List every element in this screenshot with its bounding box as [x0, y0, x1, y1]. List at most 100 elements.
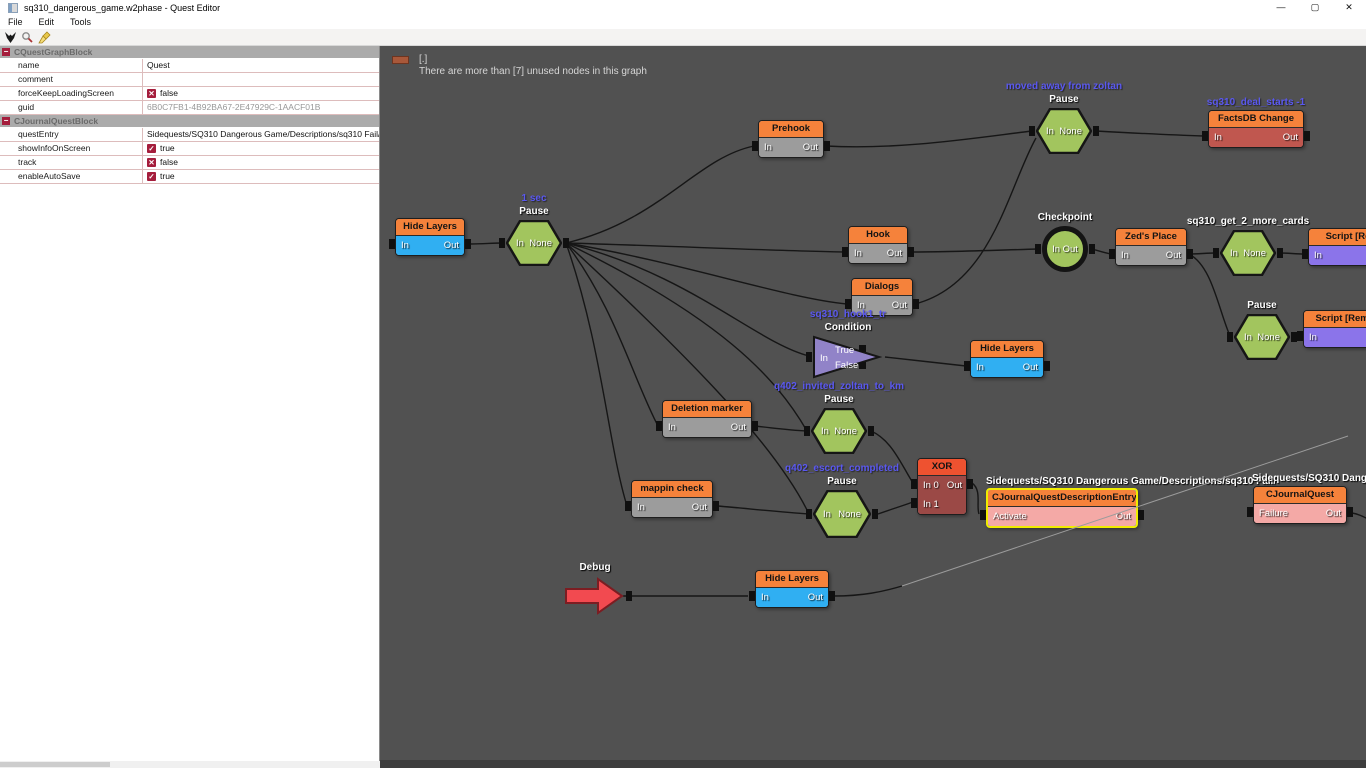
connector-nub[interactable] — [913, 299, 919, 309]
prop-value[interactable]: ✓true — [143, 142, 379, 155]
section-CJournalQuestBlock[interactable]: −CJournalQuestBlock — [0, 115, 379, 128]
connector-nub[interactable] — [749, 591, 755, 601]
connector-nub[interactable] — [1138, 510, 1144, 520]
maximize-button[interactable]: ▢ — [1298, 0, 1332, 16]
connector-nub[interactable] — [1347, 507, 1353, 517]
connector-nub[interactable] — [1302, 249, 1308, 259]
connector-nub[interactable] — [465, 239, 471, 249]
connector-nub[interactable] — [842, 247, 848, 257]
warning-line1: [.] — [419, 54, 647, 66]
hide-layers-1[interactable]: Hide LayersInOut — [395, 218, 465, 256]
prop-value[interactable]: ✕false — [143, 87, 379, 100]
connector-nub[interactable] — [829, 591, 835, 601]
zoom-icon[interactable] — [20, 30, 35, 44]
close-button[interactable]: ✕ — [1332, 0, 1366, 16]
pause-1sec[interactable]: InNone1 secPause — [506, 220, 562, 266]
connector-nub[interactable] — [964, 361, 970, 371]
connector-nub[interactable] — [626, 591, 632, 601]
menu-edit[interactable]: Edit — [31, 16, 63, 29]
connector-nub[interactable] — [1213, 248, 1219, 258]
connector-nub[interactable] — [1187, 249, 1193, 259]
mappin-check[interactable]: mappin checkInOut — [631, 480, 713, 518]
connector-nub[interactable] — [1089, 244, 1095, 254]
pause-invited[interactable]: InNoneq402_invited_zoltan_to_kmPause — [811, 408, 867, 454]
hide-layers-2[interactable]: Hide LayersInOut — [970, 340, 1044, 378]
connector-nub[interactable] — [1109, 249, 1115, 259]
zeds-place[interactable]: Zed's PlaceInOut — [1115, 228, 1187, 266]
get-2-more-cards[interactable]: InNonesq310_get_2_more_cards — [1220, 230, 1276, 276]
section-title: CQuestGraphBlock — [14, 47, 92, 57]
connector-nub[interactable] — [1044, 361, 1050, 371]
journal-quest[interactable]: CJournalQuestFailureOutSidequests/SQ310 … — [1253, 486, 1347, 524]
connector-nub[interactable] — [868, 426, 874, 436]
canvas-horizontal-scrollbar[interactable] — [380, 760, 1366, 768]
pause-right[interactable]: InNonePause — [1234, 314, 1290, 360]
connector-nub[interactable] — [563, 238, 569, 248]
connector-nub[interactable] — [806, 509, 812, 519]
minimize-button[interactable]: — — [1264, 0, 1298, 16]
xor[interactable]: XORIn 0OutIn 1 — [917, 458, 967, 515]
checked-icon[interactable]: ✓ — [147, 172, 156, 181]
connector-nub[interactable] — [1277, 248, 1283, 258]
script-remove-1[interactable]: Script [ReIn — [1308, 228, 1366, 266]
prop-value[interactable]: Sidequests/SQ310 Dangerous Game/Descript… — [143, 128, 379, 141]
connector-nub[interactable] — [1202, 131, 1208, 141]
connector-nub[interactable] — [1029, 126, 1035, 136]
script-remove-2[interactable]: Script [RemoIn — [1303, 310, 1366, 348]
menu-file[interactable]: File — [0, 16, 31, 29]
connector-nub[interactable] — [804, 426, 810, 436]
connector-nub[interactable] — [752, 421, 758, 431]
collapse-icon[interactable]: − — [2, 117, 10, 125]
connector-nub[interactable] — [806, 352, 812, 362]
connector-nub[interactable] — [872, 509, 878, 519]
connector-nub[interactable] — [911, 479, 917, 489]
menu-tools[interactable]: Tools — [62, 16, 99, 29]
quest-graph-canvas[interactable]: [.] There are more than [7] unused nodes… — [380, 46, 1366, 760]
prehook[interactable]: PrehookInOut — [758, 120, 824, 158]
journal-desc-entry[interactable]: CJournalQuestDescriptionEntryActivateOut… — [986, 488, 1138, 528]
prop-row-track: track✕false — [0, 156, 379, 170]
unchecked-icon[interactable]: ✕ — [147, 158, 156, 167]
deletion-marker[interactable]: Deletion markerInOut — [662, 400, 752, 438]
connector-nub[interactable] — [389, 239, 395, 249]
factsdb-change[interactable]: FactsDB ChangeInOutsq310_deal_starts -1 — [1208, 110, 1304, 148]
pause-escort[interactable]: InNoneq402_escort_completedPause — [813, 490, 871, 538]
panel-horizontal-scrollbar[interactable] — [0, 761, 380, 768]
connector-nub[interactable] — [499, 238, 505, 248]
scrollbar-thumb[interactable] — [0, 762, 110, 767]
prop-value[interactable] — [143, 73, 379, 86]
prop-value[interactable]: Quest — [143, 59, 379, 72]
connector-nub[interactable] — [713, 501, 719, 511]
connector-nub[interactable] — [911, 498, 917, 508]
connector-nub[interactable] — [1035, 244, 1041, 254]
connector-nub[interactable] — [625, 501, 631, 511]
prop-value[interactable]: ✕false — [143, 156, 379, 169]
clean-icon[interactable] — [37, 30, 52, 44]
connector-nub[interactable] — [656, 421, 662, 431]
condition[interactable]: InTrueFalsesq310_hook1_trCondition — [813, 336, 883, 378]
prop-value[interactable]: 6B0C7FB1-4B92BA67-2E47929C-1AACF01B — [143, 101, 379, 114]
collapse-icon[interactable]: − — [2, 48, 10, 56]
checkpoint[interactable]: In OutCheckpoint — [1042, 226, 1088, 272]
connector-nub[interactable] — [1304, 131, 1310, 141]
prop-value[interactable]: ✓true — [143, 170, 379, 183]
section-CQuestGraphBlock[interactable]: −CQuestGraphBlock — [0, 46, 379, 59]
hide-layers-3[interactable]: Hide LayersInOut — [755, 570, 829, 608]
connector-nub[interactable] — [752, 141, 758, 151]
connector-nub[interactable] — [824, 141, 830, 151]
medallion-icon[interactable] — [3, 30, 18, 44]
connector-nub[interactable] — [967, 479, 973, 489]
connector-nub[interactable] — [1297, 331, 1303, 341]
pause-moved[interactable]: InNonemoved away from zoltanPause — [1036, 108, 1092, 154]
checked-icon[interactable]: ✓ — [147, 144, 156, 153]
connector-nub[interactable] — [1247, 507, 1253, 517]
unchecked-icon[interactable]: ✕ — [147, 89, 156, 98]
connector-nub[interactable] — [1093, 126, 1099, 136]
pin-out: Out — [947, 480, 962, 491]
connector-nub[interactable] — [1227, 332, 1233, 342]
connector-nub[interactable] — [980, 510, 986, 520]
hook[interactable]: HookInOut — [848, 226, 908, 264]
debug-arrow[interactable]: Debug — [565, 576, 625, 616]
connector-nub[interactable] — [908, 247, 914, 257]
connection-line — [915, 138, 1036, 304]
